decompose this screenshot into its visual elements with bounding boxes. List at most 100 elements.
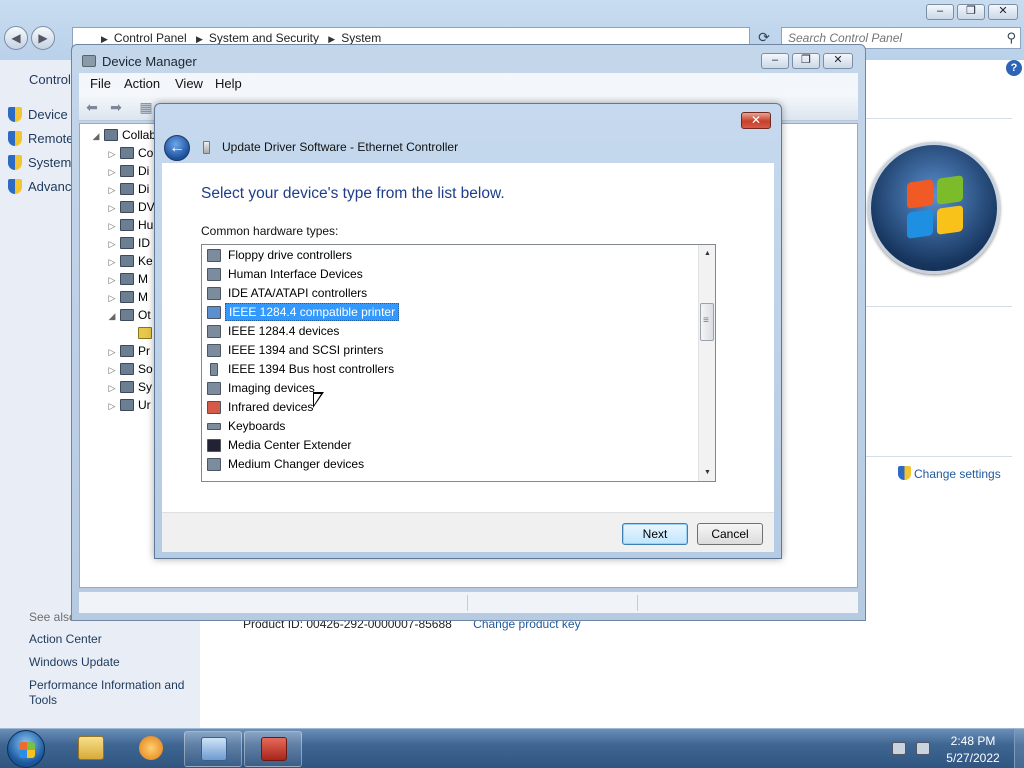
tree-item[interactable]: ▷ M bbox=[106, 288, 148, 306]
taskbar-media-player[interactable] bbox=[122, 731, 180, 767]
device-icon bbox=[120, 219, 134, 231]
scroll-down-arrow-icon[interactable]: ▼ bbox=[699, 464, 715, 481]
tree-item-ethernet-controller[interactable] bbox=[124, 324, 156, 342]
expand-icon[interactable]: ▷ bbox=[106, 289, 118, 307]
list-item[interactable]: IEEE 1394 Bus host controllers bbox=[207, 360, 401, 379]
expand-icon[interactable]: ▷ bbox=[106, 253, 118, 271]
breadcrumb-system[interactable]: System bbox=[341, 31, 381, 45]
forward-arrow-icon[interactable]: ➡ bbox=[107, 99, 125, 115]
menu-file[interactable]: File bbox=[90, 76, 111, 91]
close-button[interactable]: ✕ bbox=[988, 4, 1018, 20]
list-item[interactable]: IEEE 1284.4 devices bbox=[207, 322, 346, 341]
help-icon[interactable]: ? bbox=[1006, 60, 1022, 76]
hardware-types-list[interactable]: Floppy drive controllers Human Interface… bbox=[201, 244, 716, 482]
list-item[interactable]: Floppy drive controllers bbox=[207, 246, 359, 265]
network-icon[interactable] bbox=[892, 742, 906, 755]
list-item[interactable]: Human Interface Devices bbox=[207, 265, 370, 284]
expand-icon[interactable]: ▷ bbox=[106, 271, 118, 289]
maximize-button[interactable]: ❐ bbox=[957, 4, 985, 20]
menu-help[interactable]: Help bbox=[215, 76, 242, 91]
list-item[interactable]: IEEE 1394 and SCSI printers bbox=[207, 341, 390, 360]
expand-icon[interactable]: ▷ bbox=[106, 145, 118, 163]
list-item[interactable]: Medium Changer devices bbox=[207, 455, 371, 474]
dialog-back-button[interactable]: ← bbox=[164, 135, 190, 161]
menu-view[interactable]: View bbox=[175, 76, 203, 91]
scroll-up-arrow-icon[interactable]: ▲ bbox=[699, 245, 715, 262]
computer-icon bbox=[104, 129, 118, 141]
expand-icon[interactable]: ▷ bbox=[106, 217, 118, 235]
minimize-button[interactable]: – bbox=[926, 4, 954, 20]
expand-icon[interactable]: ▷ bbox=[106, 379, 118, 397]
tree-item[interactable]: ▷ ID bbox=[106, 234, 150, 252]
list-item-selected[interactable]: IEEE 1284.4 compatible printer bbox=[207, 303, 403, 322]
tree-item[interactable]: ▷ Ur bbox=[106, 396, 151, 414]
change-settings-link[interactable]: Change settings bbox=[898, 466, 1001, 481]
next-button[interactable]: Next bbox=[622, 523, 688, 545]
collapse-icon[interactable]: ◢ bbox=[90, 127, 102, 145]
breadcrumb-system-security[interactable]: System and Security bbox=[209, 31, 319, 45]
taskbar-control-panel[interactable] bbox=[184, 731, 242, 767]
tree-root[interactable]: ◢ Collab bbox=[90, 126, 157, 145]
tree-item[interactable]: ▷ Hu bbox=[106, 216, 154, 235]
tree-item[interactable]: ▷ Co bbox=[106, 144, 154, 163]
back-button[interactable]: ◀ bbox=[4, 26, 28, 50]
tree-item[interactable]: ▷ Di bbox=[106, 162, 150, 181]
dialog-footer: Next Cancel bbox=[162, 512, 774, 552]
list-item[interactable]: IDE ATA/ATAPI controllers bbox=[207, 284, 374, 303]
tree-item[interactable]: ▷ So bbox=[106, 360, 153, 378]
device-icon bbox=[120, 273, 134, 285]
dm-maximize-button[interactable]: ❐ bbox=[792, 53, 820, 69]
start-button[interactable] bbox=[7, 730, 45, 768]
tree-item[interactable]: ▷ Pr bbox=[106, 342, 150, 360]
expand-icon[interactable]: ▷ bbox=[106, 343, 118, 361]
device-icon bbox=[120, 363, 134, 375]
see-also-performance[interactable]: Performance Information and Tools bbox=[29, 678, 194, 708]
sidebar-link-system-protection[interactable]: System bbox=[8, 154, 71, 172]
expand-icon[interactable]: ▷ bbox=[106, 397, 118, 415]
list-item[interactable]: Keyboards bbox=[207, 417, 292, 436]
taskbar-device-manager[interactable] bbox=[244, 731, 302, 767]
list-item[interactable]: Media Center Extender bbox=[207, 436, 358, 455]
sidebar-link-advanced[interactable]: Advance bbox=[8, 178, 79, 196]
forward-button[interactable]: ▶ bbox=[31, 26, 55, 50]
cancel-button[interactable]: Cancel bbox=[697, 523, 763, 545]
tree-item[interactable]: ▷ Ke bbox=[106, 252, 153, 270]
dm-close-button[interactable]: ✕ bbox=[823, 53, 853, 69]
taskbar-explorer[interactable] bbox=[62, 731, 120, 767]
back-arrow-icon[interactable]: ⬅ bbox=[83, 99, 101, 115]
menu-action[interactable]: Action bbox=[124, 76, 160, 91]
tree-item[interactable]: ▷ Sy bbox=[106, 378, 152, 396]
list-scrollbar[interactable]: ▲ ▼ bbox=[698, 245, 715, 481]
breadcrumb-control-panel[interactable]: Control Panel bbox=[114, 31, 187, 45]
clock-time[interactable]: 2:48 PM bbox=[940, 734, 1006, 748]
dialog-close-button[interactable]: ✕ bbox=[741, 112, 771, 129]
tree-item[interactable]: ◢ Ot bbox=[106, 306, 151, 324]
expand-icon[interactable]: ▷ bbox=[106, 361, 118, 379]
bus-controller-icon bbox=[210, 363, 218, 376]
see-also-action-center[interactable]: Action Center bbox=[29, 632, 194, 647]
dm-minimize-button[interactable]: – bbox=[761, 53, 789, 69]
properties-icon[interactable]: ▦ bbox=[137, 99, 155, 115]
list-item[interactable]: Infrared devices bbox=[207, 398, 320, 417]
volume-icon[interactable] bbox=[916, 742, 930, 755]
tree-label: Co bbox=[138, 146, 154, 160]
divider bbox=[866, 306, 1012, 307]
expand-icon[interactable]: ▷ bbox=[106, 163, 118, 181]
expand-icon[interactable]: ▷ bbox=[106, 235, 118, 253]
expand-icon[interactable]: ▷ bbox=[106, 181, 118, 199]
list-item[interactable]: Imaging devices bbox=[207, 379, 322, 398]
sidebar-link-remote[interactable]: Remote bbox=[8, 130, 74, 148]
tree-item[interactable]: ▷ Di bbox=[106, 180, 150, 199]
change-settings-label: Change settings bbox=[914, 467, 1001, 481]
tree-item[interactable]: ▷ M bbox=[106, 270, 148, 288]
see-also-windows-update[interactable]: Windows Update bbox=[29, 655, 194, 670]
collapse-icon[interactable]: ◢ bbox=[106, 307, 118, 325]
clock-date[interactable]: 5/27/2022 bbox=[940, 751, 1006, 765]
tree-item[interactable]: ▷ DV bbox=[106, 198, 155, 216]
control-panel-home-link[interactable]: Control bbox=[29, 72, 71, 87]
expand-icon[interactable]: ▷ bbox=[106, 199, 118, 217]
show-desktop-button[interactable] bbox=[1014, 729, 1024, 768]
search-icon[interactable]: ⚲ bbox=[1006, 30, 1016, 46]
scroll-thumb[interactable] bbox=[700, 303, 714, 341]
device-icon bbox=[120, 147, 134, 159]
